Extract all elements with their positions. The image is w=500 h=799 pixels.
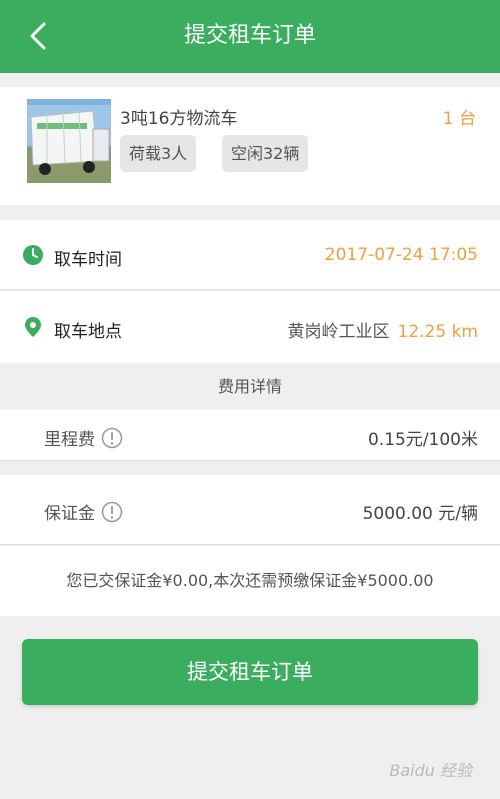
tag-available: 空闲32辆 bbox=[222, 135, 309, 172]
deposit-row: 保证金 5000.00 元/辆 bbox=[0, 475, 500, 545]
mileage-fee-row: 里程费 0.15元/100米 bbox=[0, 410, 500, 461]
info-icon[interactable] bbox=[101, 501, 123, 523]
vehicle-quantity: 1 台 bbox=[442, 109, 476, 129]
mileage-fee-label: 里程费 bbox=[44, 425, 123, 450]
vehicle-name: 3吨16方物流车 bbox=[120, 109, 238, 129]
mileage-fee-text: 里程费 bbox=[44, 430, 95, 450]
deposit-note: 您已交保证金¥0.00,本次还需预缴保证金¥5000.00 bbox=[0, 546, 500, 616]
tag-capacity: 荷载3人 bbox=[120, 135, 197, 172]
submit-order-button[interactable]: 提交租车订单 bbox=[22, 639, 478, 705]
vehicle-card[interactable]: 3吨16方物流车 1 台 荷载3人 空闲32辆 bbox=[0, 87, 500, 205]
pickup-time-label: 取车时间 bbox=[54, 250, 122, 270]
fee-section-title: 费用详情 bbox=[0, 364, 500, 410]
pickup-place-row[interactable]: 取车地点 黄岗岭工业区 12.25 km bbox=[0, 291, 500, 363]
place-name: 黄岗岭工业区 bbox=[287, 322, 390, 342]
pickup-time-row[interactable]: 取车时间 2017-07-24 17:05 bbox=[0, 220, 500, 290]
page-title: 提交租车订单 bbox=[183, 23, 316, 48]
truck-image bbox=[27, 99, 111, 183]
deposit-label: 保证金 bbox=[44, 499, 123, 524]
pickup-place-label: 取车地点 bbox=[54, 322, 122, 342]
pickup-time-value: 2017-07-24 17:05 bbox=[324, 245, 478, 265]
deposit-value: 5000.00 元/辆 bbox=[362, 504, 478, 524]
pickup-place-value: 黄岗岭工业区 12.25 km bbox=[288, 317, 478, 342]
distance: 12.25 km bbox=[397, 322, 478, 342]
watermark: Baidu 经验 bbox=[389, 761, 472, 780]
mileage-fee-value: 0.15元/100米 bbox=[367, 430, 478, 450]
location-pin-icon bbox=[25, 317, 41, 337]
app-header: 提交租车订单 bbox=[0, 0, 500, 73]
info-icon[interactable] bbox=[101, 427, 123, 449]
clock-icon bbox=[23, 245, 43, 265]
deposit-text: 保证金 bbox=[44, 504, 95, 524]
